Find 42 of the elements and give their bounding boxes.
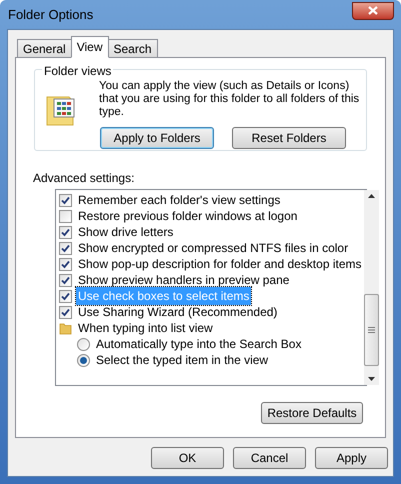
option-label: When typing into list view — [77, 320, 214, 337]
button[interactable]: Restore Defaults — [261, 402, 363, 424]
folder-icon — [59, 322, 72, 334]
option-label: Show encrypted or compressed NTFS files in color — [77, 240, 350, 257]
button[interactable]: OK — [151, 447, 224, 469]
button[interactable]: Apply — [315, 447, 388, 469]
button[interactable]: Reset Folders — [232, 127, 346, 149]
section-label: Advanced settings: — [33, 170, 136, 187]
option-label: Automatically type into the Search Box — [95, 336, 302, 353]
option-label: Restore previous folder windows at logon — [77, 208, 298, 225]
tab[interactable]: View — [70, 36, 108, 58]
window-title: Folder Options — [8, 6, 94, 24]
checkbox[interactable] — [59, 226, 72, 238]
option-label: Use Sharing Wizard (Recommended) — [77, 304, 278, 321]
scrollbar[interactable] — [364, 190, 378, 385]
checkbox[interactable] — [59, 242, 72, 254]
button[interactable]: Apply to Folders — [100, 127, 214, 149]
checkbox[interactable] — [59, 306, 72, 318]
close-icon — [368, 6, 378, 15]
scroll-thumb[interactable] — [364, 294, 378, 366]
tab[interactable]: General — [17, 39, 72, 58]
button[interactable]: Cancel — [233, 447, 306, 469]
grip-icon — [368, 326, 374, 332]
option-label: Show drive letters — [77, 224, 174, 241]
radio-button[interactable] — [77, 354, 90, 366]
checkbox[interactable] — [59, 274, 72, 286]
option-label: Remember each folder's view settings — [77, 192, 282, 209]
radio-button[interactable] — [77, 338, 90, 350]
scroll-down-icon[interactable] — [368, 377, 374, 381]
scroll-up-icon[interactable] — [368, 194, 374, 198]
checkbox[interactable] — [59, 210, 72, 222]
checkbox[interactable] — [59, 194, 72, 206]
option-label: Show preview handlers in preview pane — [77, 272, 290, 289]
checkbox[interactable] — [59, 258, 72, 270]
tab[interactable]: Search — [108, 39, 158, 58]
checkmark-icon — [61, 196, 70, 204]
checkbox[interactable] — [59, 290, 72, 302]
option-label: Select the typed item in the view — [95, 352, 270, 369]
option-label: Use check boxes to select items — [76, 287, 252, 305]
close-button[interactable] — [352, 2, 394, 20]
option-label: Show pop-up description for folder and desktop items — [77, 256, 362, 273]
description: You can apply the view (such as Details or Icons) that you are using for this folder to all folders of this type. — [99, 80, 360, 119]
